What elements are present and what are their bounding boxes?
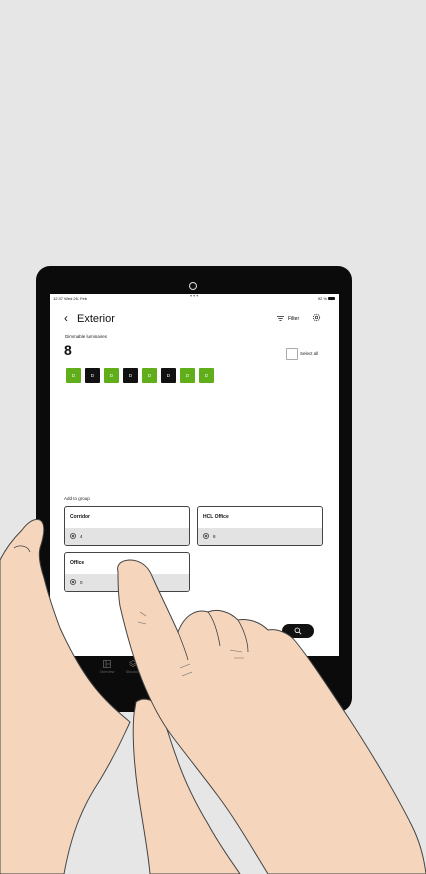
hands-illustration <box>0 519 426 874</box>
scene: 12:37 Wed 26. Feb ••• 92 % ‹ Exterior Fi… <box>0 0 426 874</box>
